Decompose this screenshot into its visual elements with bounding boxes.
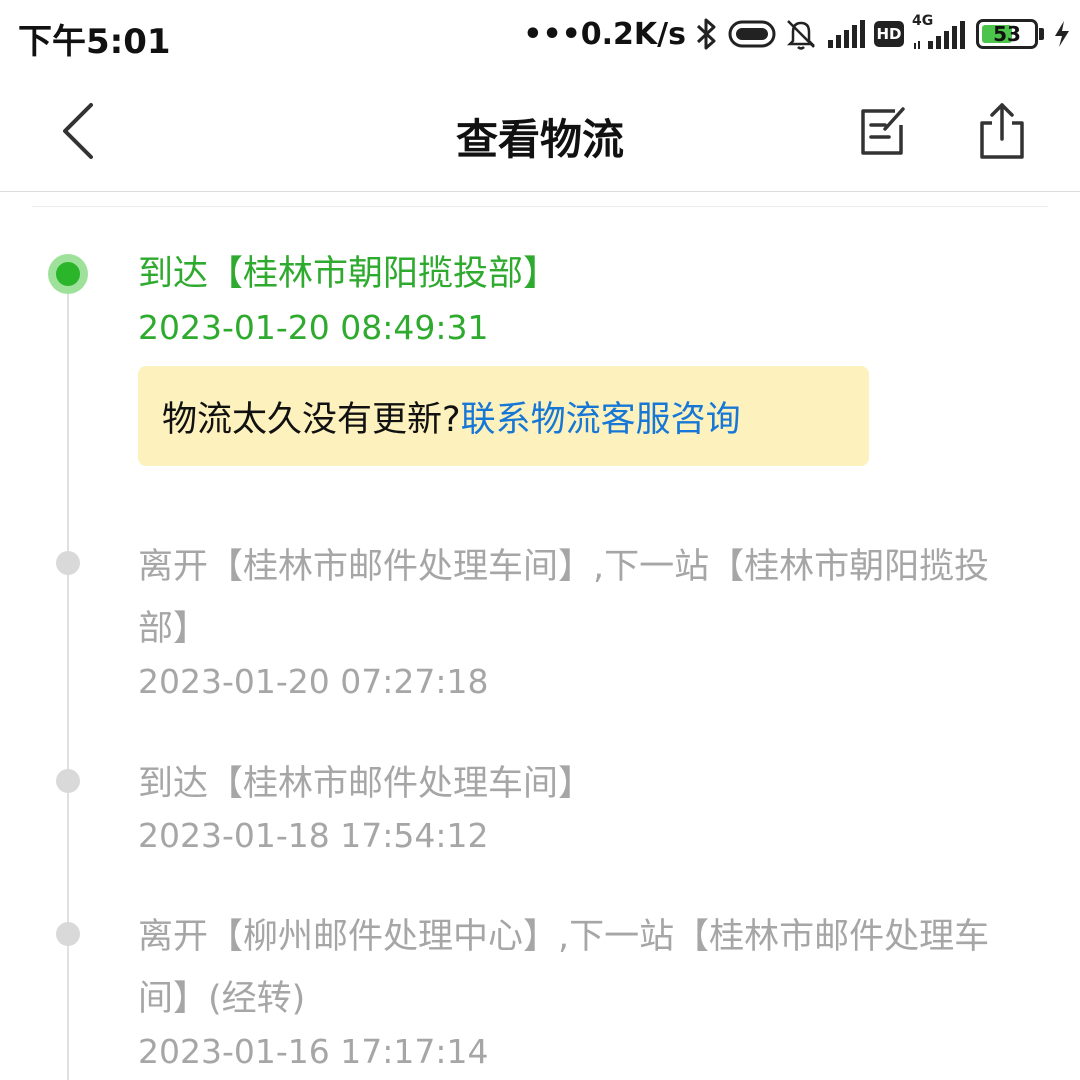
timeline-dot-icon bbox=[56, 922, 80, 946]
link-icon bbox=[728, 20, 776, 48]
net-speed: •••0.2K/s bbox=[523, 16, 686, 52]
status-icons: •••0.2K/s HD 4G 53 bbox=[523, 13, 1072, 54]
edit-button[interactable] bbox=[852, 96, 912, 166]
contact-service-link[interactable]: 联系物流客服咨询 bbox=[461, 391, 741, 442]
event-desc: 到达【桂林市邮件处理车间】 bbox=[138, 764, 594, 804]
bluetooth-icon bbox=[694, 17, 720, 51]
event-time: 2023-01-18 17:54:12 bbox=[138, 816, 489, 855]
page-title: 查看物流 bbox=[455, 115, 624, 164]
timeline-dot-icon bbox=[56, 551, 80, 575]
active-dot-icon bbox=[48, 254, 88, 294]
update-notice: 物流太久没有更新? 联系物流客服咨询 bbox=[138, 366, 869, 466]
logistics-timeline: 到达【桂林市朝阳揽投部】 2023-01-20 08:49:31 物流太久没有更… bbox=[0, 208, 1080, 1080]
battery-icon: 53 bbox=[976, 19, 1044, 49]
mute-bell-icon bbox=[784, 17, 818, 51]
signal-4g-icon: 4G bbox=[912, 13, 968, 51]
event-desc: 到达【桂林市朝阳揽投部】 bbox=[138, 254, 559, 294]
signal-icon bbox=[826, 18, 866, 50]
charging-icon bbox=[1052, 19, 1072, 49]
status-bar: 下午5:01 •••0.2K/s HD 4G 53 bbox=[0, 0, 1080, 70]
app-header: 查看物流 bbox=[0, 70, 1080, 192]
status-time: 下午5:01 bbox=[18, 22, 171, 62]
divider bbox=[32, 206, 1048, 207]
event-time: 2023-01-16 17:17:14 bbox=[138, 1032, 489, 1071]
event-desc: 离开【柳州邮件处理中心】,下一站【桂林市邮件处理车间】(经转) bbox=[138, 917, 990, 1019]
battery-level: 53 bbox=[993, 22, 1021, 46]
event-time: 2023-01-20 07:27:18 bbox=[138, 662, 489, 701]
notice-question: 物流太久没有更新? bbox=[162, 399, 461, 440]
hd-badge: HD bbox=[874, 21, 904, 47]
event-time: 2023-01-20 08:49:31 bbox=[138, 308, 489, 347]
timeline-line bbox=[67, 268, 69, 1080]
edit-note-icon bbox=[861, 107, 905, 155]
event-desc: 离开【桂林市邮件处理车间】,下一站【桂林市朝阳揽投部】 bbox=[138, 547, 990, 649]
share-button[interactable] bbox=[970, 96, 1034, 166]
timeline-dot-icon bbox=[56, 769, 80, 793]
share-icon bbox=[980, 103, 1024, 159]
